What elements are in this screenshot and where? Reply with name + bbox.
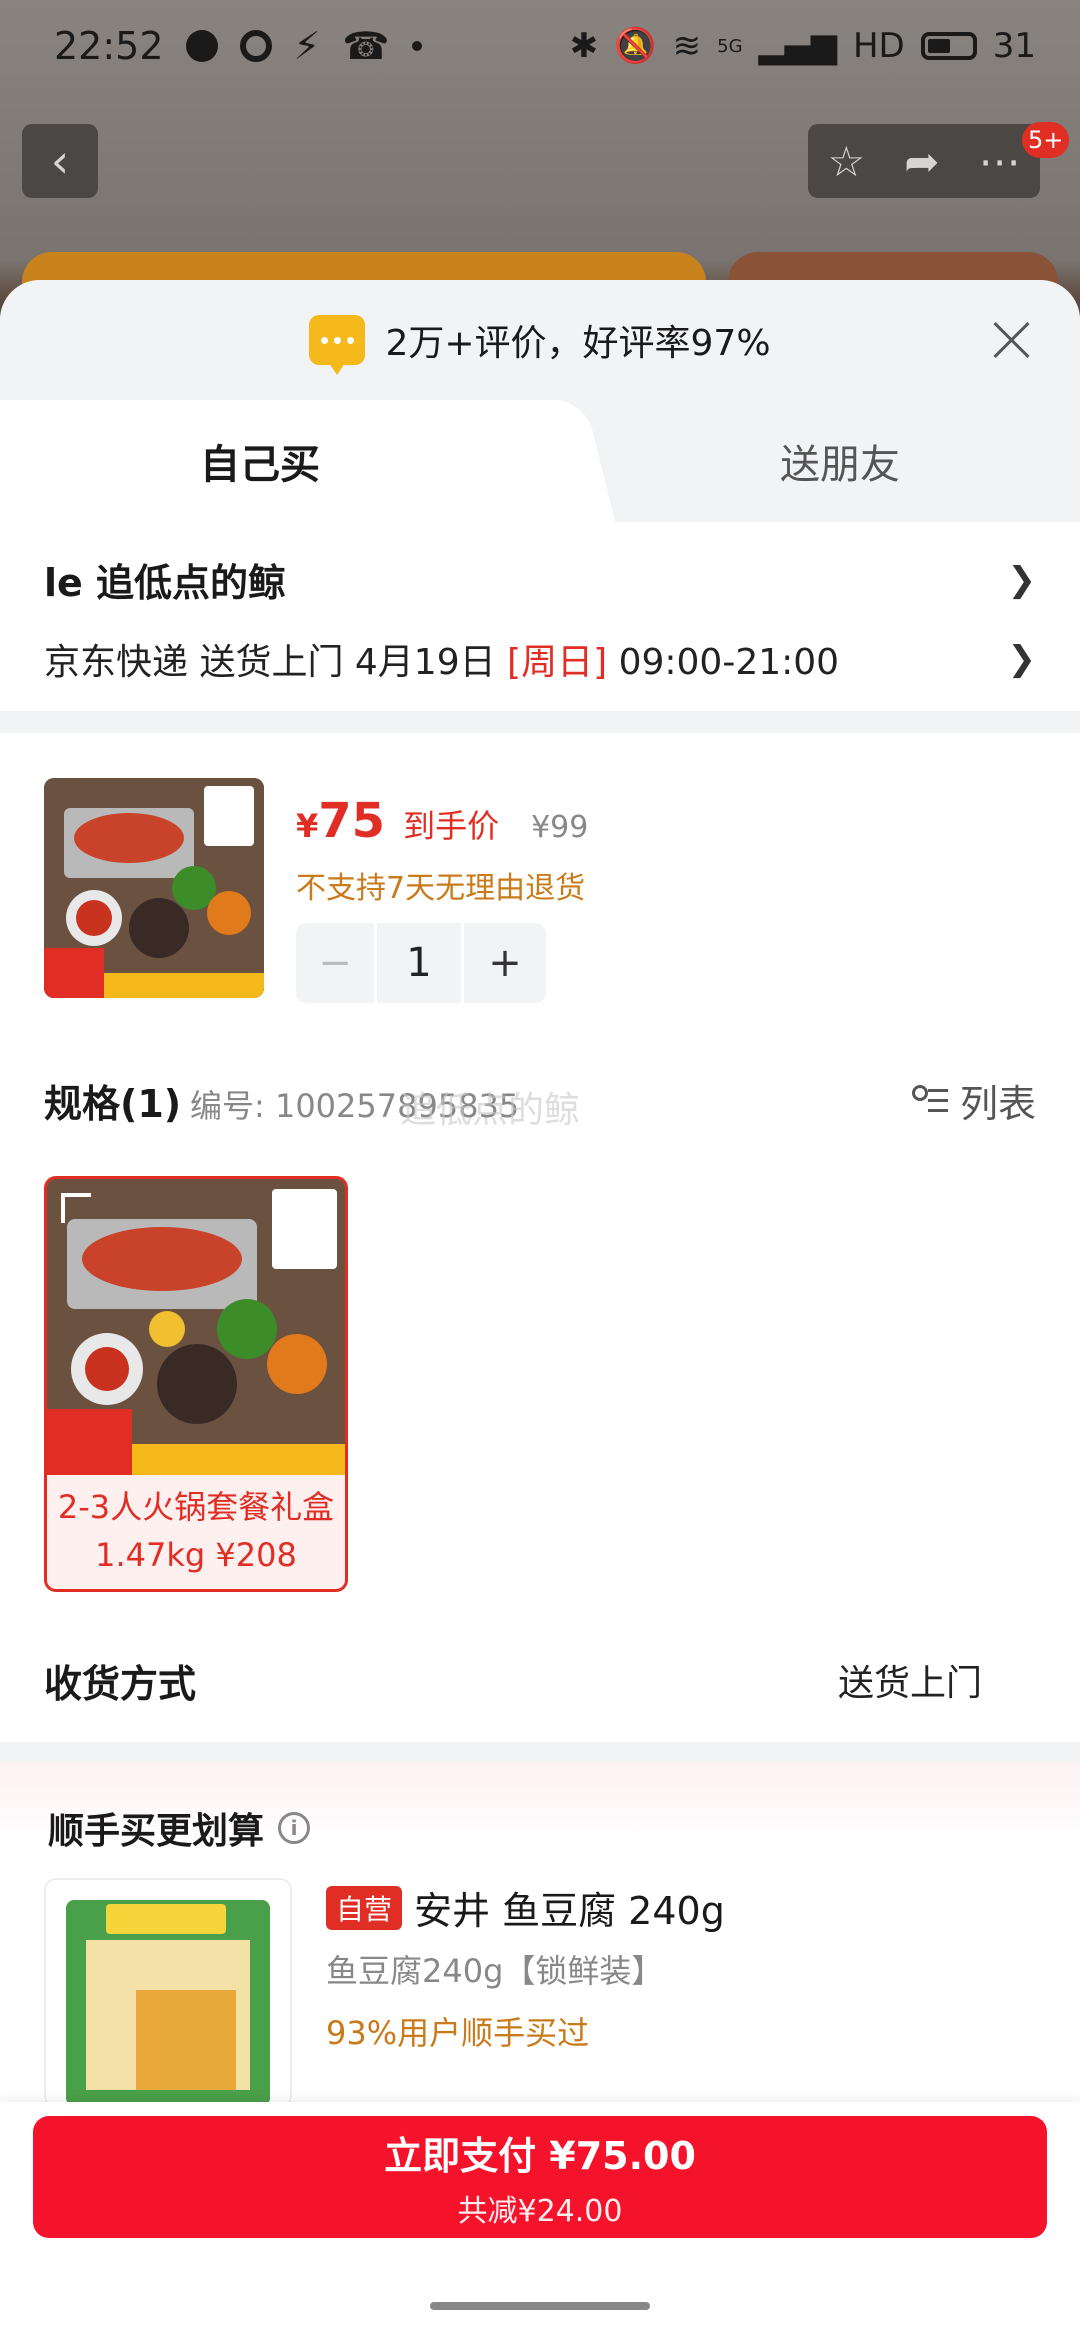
price-value: 75 — [318, 793, 386, 849]
delivery-method: 京东快递 送货上门 4月19日 — [44, 642, 508, 683]
spec-option-label: 2-3人火锅套餐礼盒1.47kg ¥208 — [57, 1488, 335, 1574]
list-view-label: 列表 — [959, 1082, 1036, 1126]
home-indicator[interactable] — [430, 2302, 650, 2310]
comment-icon — [309, 315, 366, 375]
addon-title-text: 顺手买更划算 — [48, 1811, 265, 1852]
watermark: 追低点的鲸 — [400, 1090, 581, 1131]
shipping-label: 收货方式 — [44, 1661, 197, 1706]
self-operated-badge: 自营 — [326, 1885, 403, 1930]
delivery-time: 09:00-21:00 — [607, 642, 840, 683]
network-label: 5G — [717, 35, 743, 57]
tab-buy-self[interactable]: 自己买 — [0, 400, 560, 522]
sheet-header: 2万+评价，好评率97% — [0, 280, 1080, 400]
shipping-value: 送货上门 — [837, 1663, 982, 1704]
missed-call-icon: ☎ — [342, 24, 390, 68]
addon-name-text: 安井 鱼豆腐 240g — [414, 1889, 725, 1933]
app-icon — [239, 30, 272, 62]
discount-label: 共减¥24.00 — [457, 2193, 623, 2229]
final-price: ¥75 — [296, 793, 385, 849]
spec-title: 规格(1) — [44, 1082, 182, 1126]
list-icon — [911, 1083, 948, 1119]
original-price: ¥99 — [531, 810, 589, 845]
battery-level: 31 — [992, 26, 1036, 66]
top-toolbar: ☆ ➦ ⋯ — [808, 124, 1040, 198]
product-summary: ¥75 到手价 ¥99 不支持7天无理由退货 − 1 + — [0, 733, 1080, 1043]
addon-spec: 鱼豆腐240g【锁鲜装】 — [326, 1952, 664, 1990]
section-divider — [0, 711, 1080, 733]
shipping-method-row[interactable]: 收货方式 送货上门 — [0, 1630, 1080, 1730]
info-icon[interactable]: i — [278, 1812, 311, 1844]
spec-option-image — [47, 1179, 345, 1475]
delivery-day: [周日] — [507, 642, 608, 683]
status-time: 22:52 — [54, 24, 164, 68]
hd-label: HD — [852, 26, 905, 66]
address-section[interactable]: le 追低点的鲸 ❯ 京东快递 送货上门 4月19日 [周日] 09:00-21… — [0, 522, 1080, 711]
pay-now-button[interactable]: 立即支付 ¥75.00 共减¥24.00 — [33, 2116, 1047, 2238]
more-notifications-icon — [411, 41, 422, 51]
currency-symbol: ¥ — [296, 807, 319, 845]
expand-icon[interactable] — [61, 1193, 91, 1223]
signal-icon: ▂▄▆ — [758, 26, 837, 66]
back-button[interactable]: ‹ — [22, 124, 98, 198]
return-policy: 不支持7天无理由退货 — [296, 871, 586, 906]
delivery-info: 京东快递 送货上门 4月19日 [周日] 09:00-21:00 — [44, 633, 839, 685]
decrease-button[interactable]: − — [296, 923, 374, 1003]
charging-icon: ⚡ — [293, 24, 321, 68]
quantity-stepper: − 1 + — [296, 923, 546, 1003]
increase-button[interactable]: + — [464, 923, 546, 1003]
final-price-label: 到手价 — [403, 807, 500, 845]
mute-icon: 🔕 — [614, 26, 657, 66]
pay-now-label: 立即支付 ¥75.00 — [384, 2133, 696, 2178]
tab-label: 送朋友 — [780, 442, 900, 488]
addon-product-name[interactable]: 自营 安井 鱼豆腐 240g — [326, 1880, 725, 1935]
share-icon[interactable]: ➦ — [904, 137, 939, 186]
wifi-icon: ≋ — [672, 26, 702, 66]
more-icon[interactable]: ⋯ — [978, 137, 1020, 186]
chevron-right-icon: ❯ — [1007, 559, 1037, 600]
section-divider — [0, 1742, 1080, 1762]
tab-send-friend[interactable]: 送朋友 — [600, 400, 1080, 522]
close-icon[interactable] — [992, 320, 1032, 360]
tab-label: 自己买 — [200, 442, 320, 488]
battery-icon — [920, 32, 977, 60]
notification-badge: 5+ — [1022, 122, 1070, 158]
star-icon[interactable]: ☆ — [828, 137, 866, 186]
chevron-left-icon: ‹ — [50, 134, 70, 188]
spec-option-card[interactable]: 2-3人火锅套餐礼盒1.47kg ¥208 — [44, 1176, 348, 1592]
product-thumbnail[interactable] — [44, 778, 264, 998]
addon-purchase-rate: 93%用户顺手买过 — [326, 2014, 590, 2052]
spec-header: 规格(1) 编号: 100257895835 追低点的鲸 列表 — [0, 1043, 1080, 1153]
bluetooth-icon: ✱ — [569, 26, 599, 66]
addon-section: 顺手买更划算 i 自营 安井 鱼豆腐 240g 鱼豆腐240g【锁鲜装】 93%… — [0, 1762, 1080, 2108]
chat-icon — [185, 30, 218, 62]
recipient-name: le 追低点的鲸 — [44, 561, 287, 605]
addon-product-image[interactable] — [44, 1878, 292, 2108]
status-bar: 22:52 ⚡ ☎ ✱ 🔕 ≋ 5G ▂▄▆ HD 31 — [0, 0, 1080, 92]
rating-summary: 2万+评价，好评率97% — [385, 323, 771, 364]
price-row: ¥75 到手价 ¥99 — [296, 793, 588, 849]
chevron-right-icon: ❯ — [1007, 639, 1037, 679]
quantity-value[interactable]: 1 — [374, 923, 464, 1003]
purchase-tabs: 自己买 送朋友 — [0, 400, 1080, 522]
list-view-button[interactable]: 列表 — [911, 1073, 1036, 1128]
addon-title: 顺手买更划算 i — [48, 1802, 311, 1854]
